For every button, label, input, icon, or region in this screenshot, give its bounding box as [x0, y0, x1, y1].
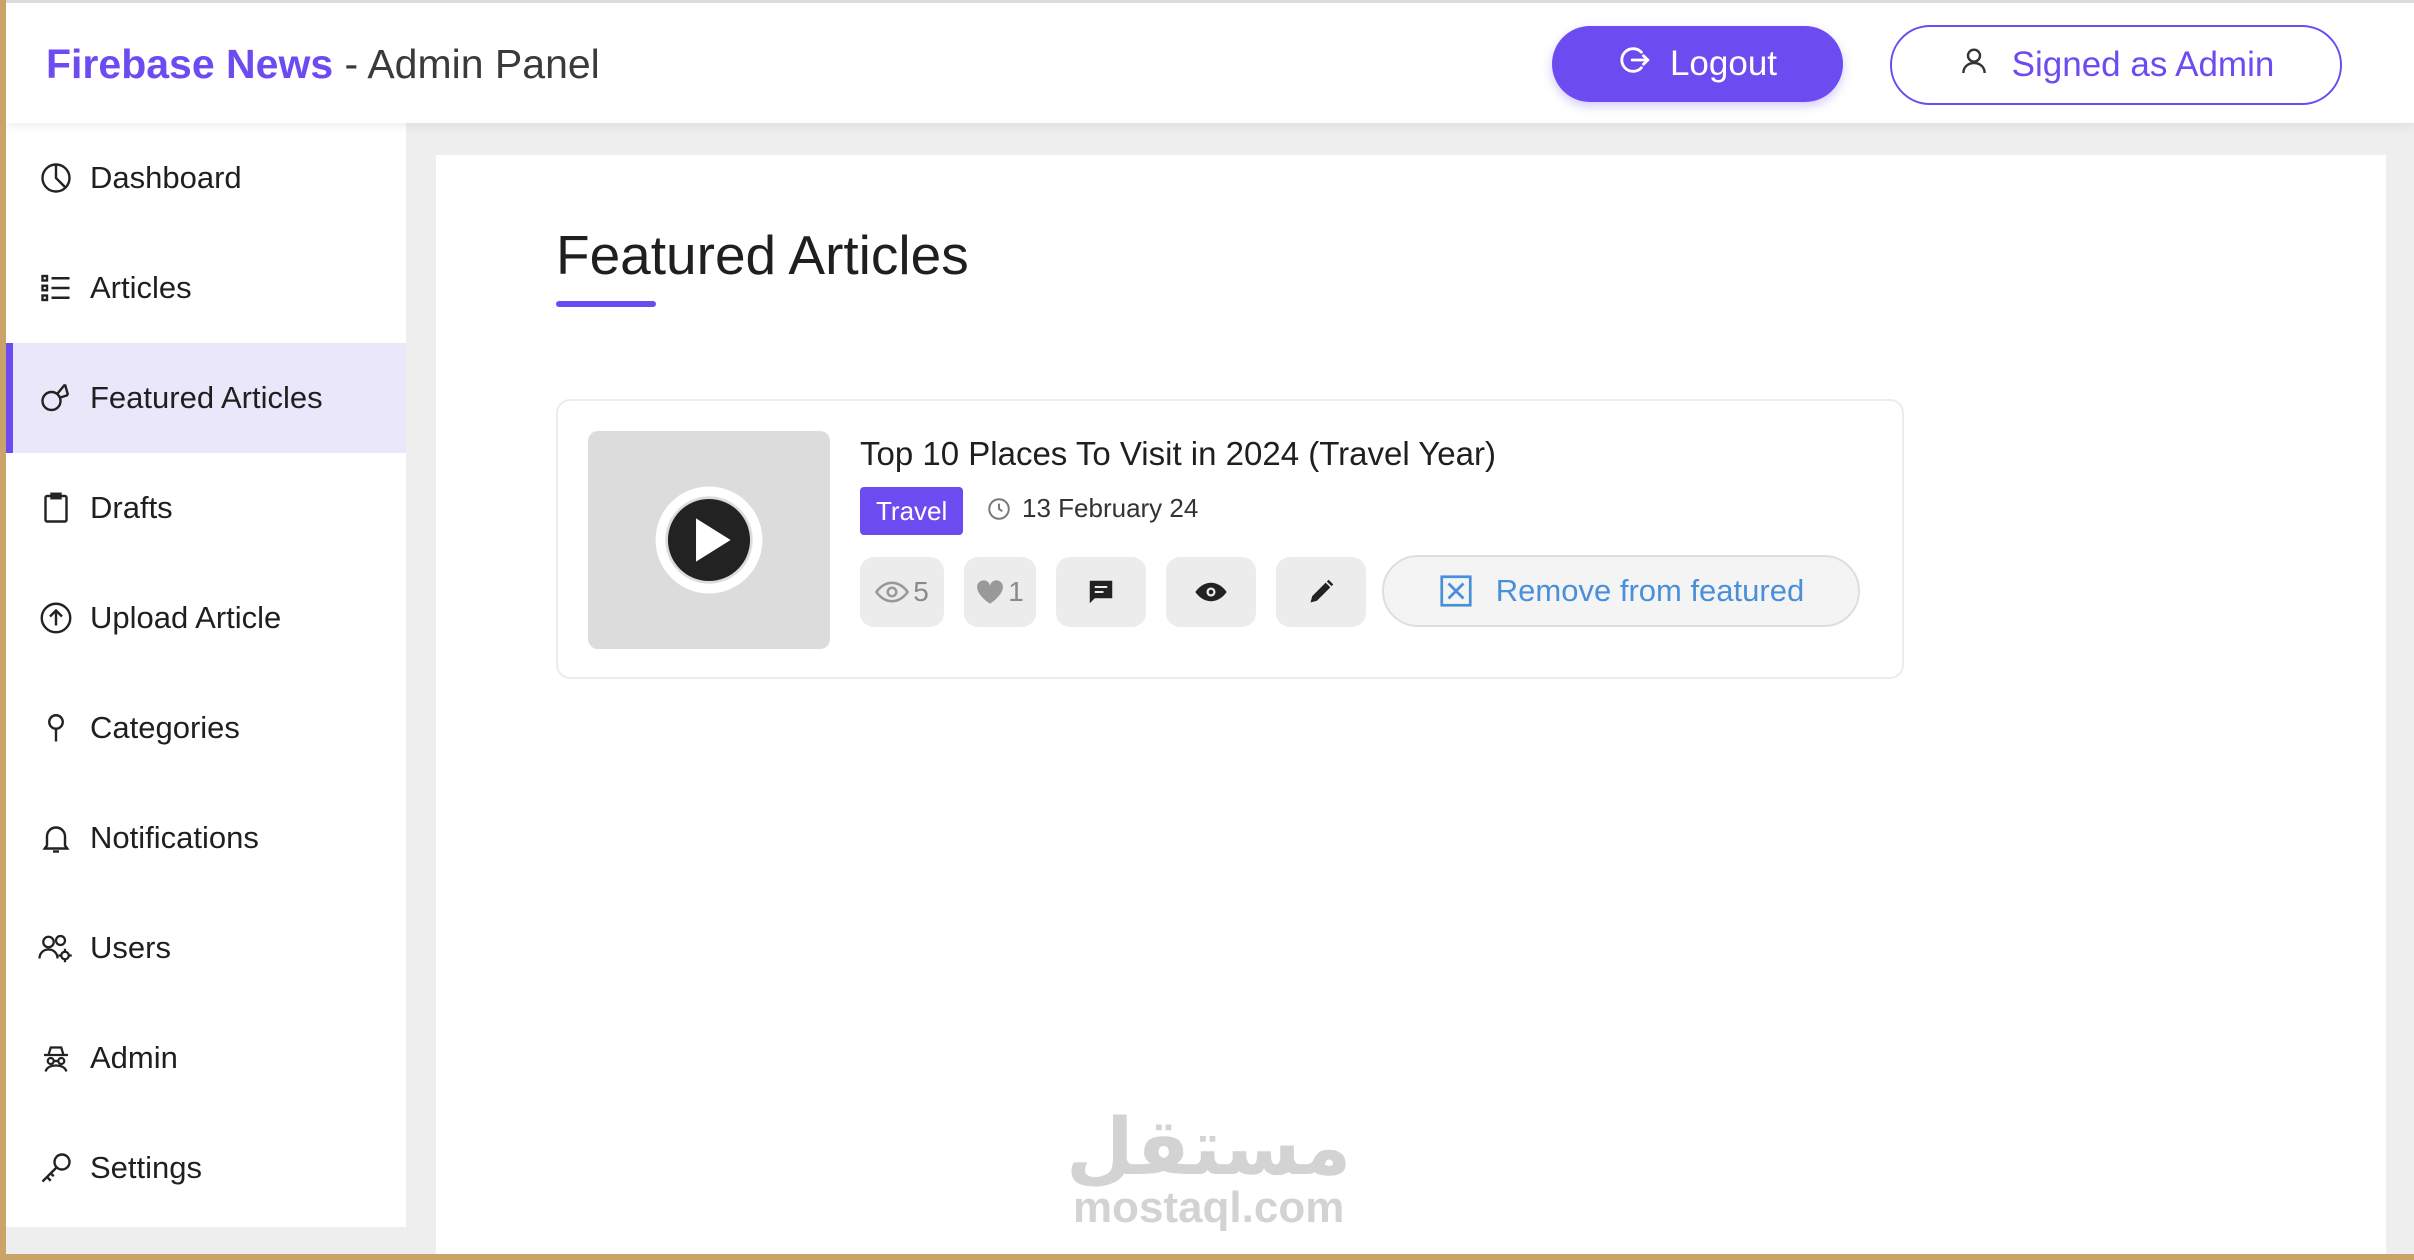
play-icon	[655, 486, 763, 594]
clipboard-icon	[44, 492, 68, 523]
sidebar-item-drafts[interactable]: Drafts	[6, 453, 406, 563]
sidebar-item-label: Users	[90, 930, 171, 965]
sidebar-item-label: Upload Article	[90, 600, 282, 635]
likes-counter: 1	[964, 557, 1036, 627]
key-icon	[41, 1153, 71, 1183]
eye-icon	[1195, 582, 1227, 602]
sidebar-item-featured-articles[interactable]: Featured Articles	[6, 343, 406, 453]
sidebar-item-label: Categories	[90, 710, 240, 745]
sidebar: Dashboard Articles Featured Articles Dra…	[6, 123, 406, 1227]
sidebar-item-label: Dashboard	[90, 160, 242, 195]
bell-icon	[42, 826, 70, 853]
heart-icon	[977, 580, 1004, 604]
logout-icon	[1618, 43, 1652, 86]
brand-name: Firebase News	[46, 41, 334, 87]
watermark-arabic: مستقل	[1066, 1103, 1352, 1193]
users-gear-icon	[38, 934, 72, 963]
sidebar-item-label: Admin	[90, 1040, 178, 1075]
sidebar-item-users[interactable]: Users	[6, 893, 406, 1003]
sidebar-item-dashboard[interactable]: Dashboard	[6, 123, 406, 233]
article-title[interactable]: Top 10 Places To Visit in 2024 (Travel Y…	[860, 435, 1496, 473]
pencil-icon	[1310, 579, 1334, 603]
remove-label: Remove from featured	[1495, 573, 1805, 608]
brand-subtitle: - Admin Panel	[333, 41, 600, 87]
featured-icon	[41, 383, 70, 412]
views-counter: 5	[860, 557, 944, 627]
article-card[interactable]: Top 10 Places To Visit in 2024 (Travel Y…	[556, 399, 1904, 679]
clock-icon	[988, 497, 1010, 520]
eye-outline-icon	[875, 581, 910, 603]
page-title: Featured Articles	[556, 224, 969, 286]
sidebar-item-label: Featured Articles	[90, 380, 323, 415]
article-thumbnail[interactable]	[588, 431, 830, 649]
sidebar-item-categories[interactable]: Categories	[6, 673, 406, 783]
app-window: Firebase News - Admin Panel Logout Signe…	[6, 0, 2414, 1254]
sidebar-item-settings[interactable]: Settings	[6, 1113, 406, 1223]
sidebar-item-upload-article[interactable]: Upload Article	[6, 563, 406, 673]
sidebar-item-admin[interactable]: Admin	[6, 1003, 406, 1113]
date-text: 13 February 24	[1022, 493, 1199, 523]
logout-label: Logout	[1669, 44, 1778, 83]
category-badge: Travel	[860, 487, 964, 535]
user-icon	[1958, 45, 1990, 86]
pie-chart-icon	[41, 163, 71, 193]
remove-from-featured-button[interactable]: Remove from featured	[1382, 555, 1860, 627]
comments-button[interactable]	[1056, 557, 1146, 627]
likes-count: 1	[1008, 576, 1024, 607]
upload-icon	[40, 602, 72, 634]
watermark: مستقل mostaql.com	[1066, 1103, 1351, 1233]
sidebar-item-label: Settings	[90, 1150, 203, 1185]
title-underline	[556, 301, 656, 307]
admin-icon	[44, 1046, 68, 1072]
brand: Firebase News - Admin Panel	[46, 41, 600, 88]
view-button[interactable]	[1166, 557, 1256, 627]
sidebar-item-notifications[interactable]: Notifications	[6, 783, 406, 893]
close-box-icon	[1440, 575, 1472, 607]
sidebar-item-label: Notifications	[90, 820, 259, 855]
watermark-latin: mostaql.com	[1072, 1183, 1345, 1232]
comment-icon	[1089, 580, 1113, 604]
top-header: Firebase News - Admin Panel Logout Signe…	[6, 3, 2414, 123]
views-count: 5	[913, 576, 929, 607]
sidebar-item-articles[interactable]: Articles	[6, 233, 406, 343]
sidebar-item-label: Articles	[90, 270, 192, 305]
main-content: Featured Articles Top 10 Places To Visit…	[436, 155, 2386, 1254]
list-icon	[41, 274, 70, 302]
edit-button[interactable]	[1276, 557, 1366, 627]
sidebar-item-label: Drafts	[90, 490, 173, 525]
logout-button[interactable]: Logout	[1552, 26, 1843, 102]
signed-as-admin-button[interactable]: Signed as Admin	[1890, 25, 2342, 105]
signed-as-label: Signed as Admin	[2011, 45, 2275, 84]
article-date: 13 February 24	[986, 493, 1198, 524]
pin-icon	[48, 714, 64, 742]
